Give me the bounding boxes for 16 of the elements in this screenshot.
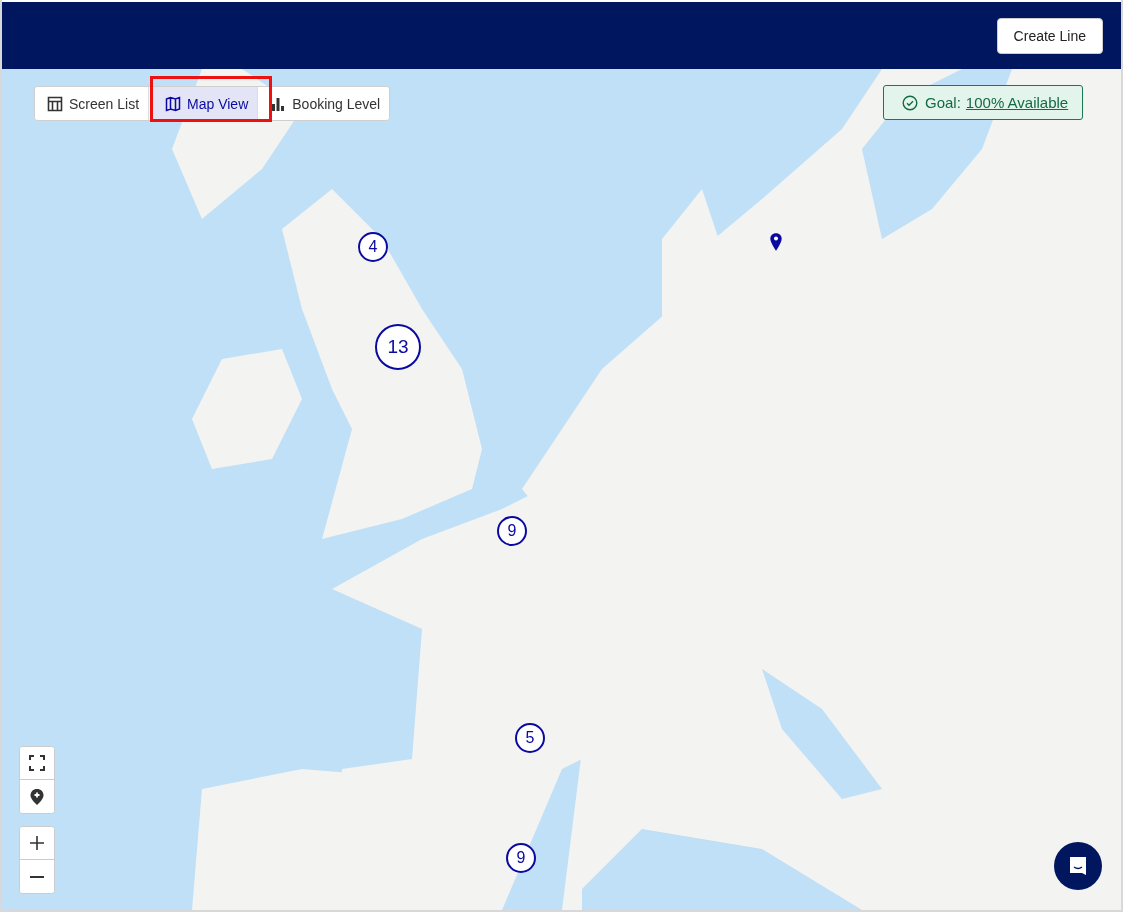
table-icon: [47, 95, 63, 112]
add-pin-icon: [29, 787, 45, 806]
check-circle-icon: [902, 94, 918, 111]
goal-label: Goal:: [925, 94, 961, 111]
fullscreen-icon: [29, 755, 45, 771]
zoom-in-button[interactable]: [20, 827, 54, 860]
fullscreen-button[interactable]: [20, 747, 54, 780]
map-pin-icon[interactable]: [769, 232, 783, 252]
minus-icon: [30, 875, 44, 878]
view-tab[interactable]: Map View: [153, 87, 259, 120]
create-line-button[interactable]: Create Line: [996, 17, 1103, 54]
map-icon: [165, 95, 182, 112]
view-tab[interactable]: Screen List: [35, 87, 150, 120]
bar-chart-icon: [270, 95, 287, 112]
goal-link[interactable]: 100% Available: [965, 94, 1069, 111]
plus-icon: [30, 836, 44, 850]
